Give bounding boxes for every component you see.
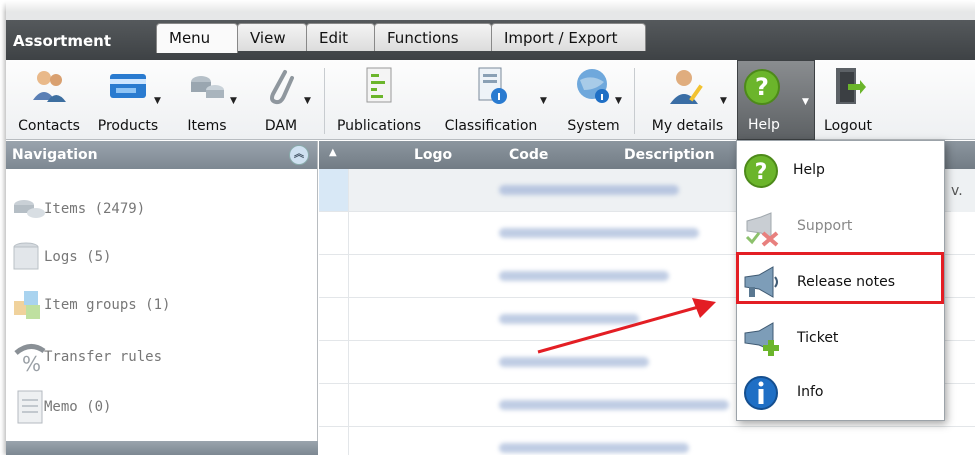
svg-text:?: ? bbox=[755, 73, 769, 101]
my-details-button[interactable]: ▼ My details bbox=[640, 60, 735, 140]
column-code[interactable]: Code bbox=[509, 147, 548, 163]
tab-view[interactable]: View bbox=[237, 23, 307, 51]
support-icon bbox=[745, 212, 779, 247]
tab-menu[interactable]: Menu bbox=[156, 23, 238, 53]
navigation-panel: Navigation ︽ Items (2479) Logs (5) Item … bbox=[6, 141, 318, 455]
blurred-text bbox=[499, 271, 669, 281]
app-title: Assortment bbox=[13, 32, 111, 50]
items-dropdown-icon[interactable]: ▼ bbox=[230, 96, 237, 106]
info-icon bbox=[744, 376, 778, 410]
my-details-label: My details bbox=[651, 118, 724, 134]
tab-edit[interactable]: Edit bbox=[306, 23, 375, 51]
help-icon: ? bbox=[744, 69, 780, 105]
menu-item-info[interactable]: Info bbox=[737, 365, 944, 419]
publications-icon bbox=[366, 67, 392, 103]
paperclip-icon bbox=[270, 70, 294, 105]
menu-item-ticket[interactable]: Ticket bbox=[737, 311, 944, 365]
navigation-header: Navigation ︽ bbox=[6, 141, 317, 169]
row-selector[interactable] bbox=[319, 427, 349, 455]
help-button[interactable]: ? ▼ Help bbox=[737, 60, 815, 140]
help-icon: ? bbox=[744, 154, 778, 188]
row-selector[interactable] bbox=[319, 384, 349, 426]
menu-item-label: Support bbox=[797, 218, 853, 234]
ribbon-separator bbox=[634, 68, 635, 134]
row-selector[interactable] bbox=[319, 298, 349, 340]
globe-icon bbox=[576, 69, 609, 103]
blurred-text bbox=[499, 228, 699, 238]
ribbon-separator bbox=[324, 68, 325, 134]
classification-label: Classification bbox=[444, 118, 538, 134]
row-selector[interactable] bbox=[319, 341, 349, 383]
dam-dropdown-icon[interactable]: ▼ bbox=[304, 96, 311, 106]
blurred-text bbox=[499, 185, 679, 195]
nav-item-memo[interactable]: Memo (0) bbox=[6, 387, 306, 427]
nav-item-transfer-rules[interactable]: % Transfer rules bbox=[6, 337, 306, 377]
table-row[interactable] bbox=[319, 427, 975, 455]
products-icon bbox=[110, 74, 146, 98]
nav-item-logs[interactable]: Logs (5) bbox=[6, 237, 306, 277]
system-label: System bbox=[567, 118, 620, 134]
menu-item-label: Help bbox=[793, 162, 825, 178]
column-description[interactable]: Description bbox=[624, 147, 715, 163]
menu-item-help[interactable]: ? Help bbox=[737, 143, 944, 197]
nav-item-label: Items (2479) bbox=[44, 201, 146, 217]
release-notes-highlight-box bbox=[736, 252, 944, 304]
ticket-icon bbox=[744, 322, 779, 356]
svg-text:%: % bbox=[22, 352, 41, 376]
my-details-dropdown-icon[interactable]: ▼ bbox=[720, 96, 727, 106]
sort-ascending-icon[interactable]: ▲ bbox=[329, 147, 337, 158]
contacts-label: Contacts bbox=[18, 118, 80, 134]
nav-item-item-groups[interactable]: Item groups (1) bbox=[6, 285, 306, 325]
grid-header: ▲ Logo Code Description bbox=[319, 141, 744, 169]
system-dropdown-icon[interactable]: ▼ bbox=[615, 96, 622, 106]
items-button[interactable]: ▼ Items bbox=[172, 60, 242, 140]
classification-dropdown-icon[interactable]: ▼ bbox=[540, 96, 547, 106]
logout-label: Logout bbox=[824, 118, 872, 134]
help-label: Help bbox=[748, 117, 780, 133]
navigation-footer bbox=[6, 441, 318, 455]
collapse-icon[interactable]: ︽ bbox=[289, 145, 309, 165]
tab-functions[interactable]: Functions bbox=[374, 23, 492, 51]
dam-button[interactable]: ▼ DAM bbox=[246, 60, 316, 140]
publications-label: Publications bbox=[336, 118, 422, 134]
classification-button[interactable]: ▼ Classification bbox=[436, 60, 547, 140]
contacts-button[interactable]: Contacts bbox=[14, 60, 84, 140]
logout-icon bbox=[836, 68, 866, 104]
blurred-text bbox=[499, 400, 729, 410]
menu-item-label: Ticket bbox=[797, 330, 839, 346]
publications-button[interactable]: Publications bbox=[329, 60, 429, 140]
products-button[interactable]: ▼ Products bbox=[88, 60, 168, 140]
menu-item-label: Info bbox=[797, 384, 824, 400]
nav-item-label: Memo (0) bbox=[44, 399, 112, 415]
contacts-icon bbox=[33, 71, 66, 102]
blurred-text bbox=[499, 443, 689, 453]
menu-item-support[interactable]: Support bbox=[737, 199, 944, 253]
row-selector[interactable] bbox=[319, 255, 349, 297]
products-label: Products bbox=[97, 118, 159, 134]
products-dropdown-icon[interactable]: ▼ bbox=[154, 96, 161, 106]
classification-icon bbox=[478, 67, 507, 104]
nav-item-label: Item groups (1) bbox=[44, 297, 171, 313]
row-partial-text: v. bbox=[951, 169, 975, 212]
svg-text:?: ? bbox=[755, 160, 768, 185]
dam-label: DAM bbox=[264, 118, 298, 134]
column-logo[interactable]: Logo bbox=[414, 147, 452, 163]
tab-import-export[interactable]: Import / Export bbox=[491, 23, 646, 51]
items-icon bbox=[191, 76, 224, 98]
my-details-icon bbox=[669, 70, 703, 104]
top-fade bbox=[0, 0, 975, 12]
nav-item-items[interactable]: Items (2479) bbox=[6, 189, 306, 229]
annotation-arrow bbox=[537, 298, 716, 354]
items-label: Items bbox=[187, 118, 227, 134]
nav-item-label: Transfer rules bbox=[44, 349, 163, 365]
row-selector[interactable] bbox=[319, 212, 349, 254]
row-selector[interactable] bbox=[319, 169, 349, 211]
system-button[interactable]: ▼ System bbox=[561, 60, 626, 140]
help-dropdown-icon[interactable]: ▼ bbox=[802, 97, 809, 107]
nav-item-label: Logs (5) bbox=[44, 249, 112, 265]
logout-button[interactable]: Logout bbox=[818, 60, 878, 140]
navigation-title: Navigation bbox=[12, 147, 98, 163]
